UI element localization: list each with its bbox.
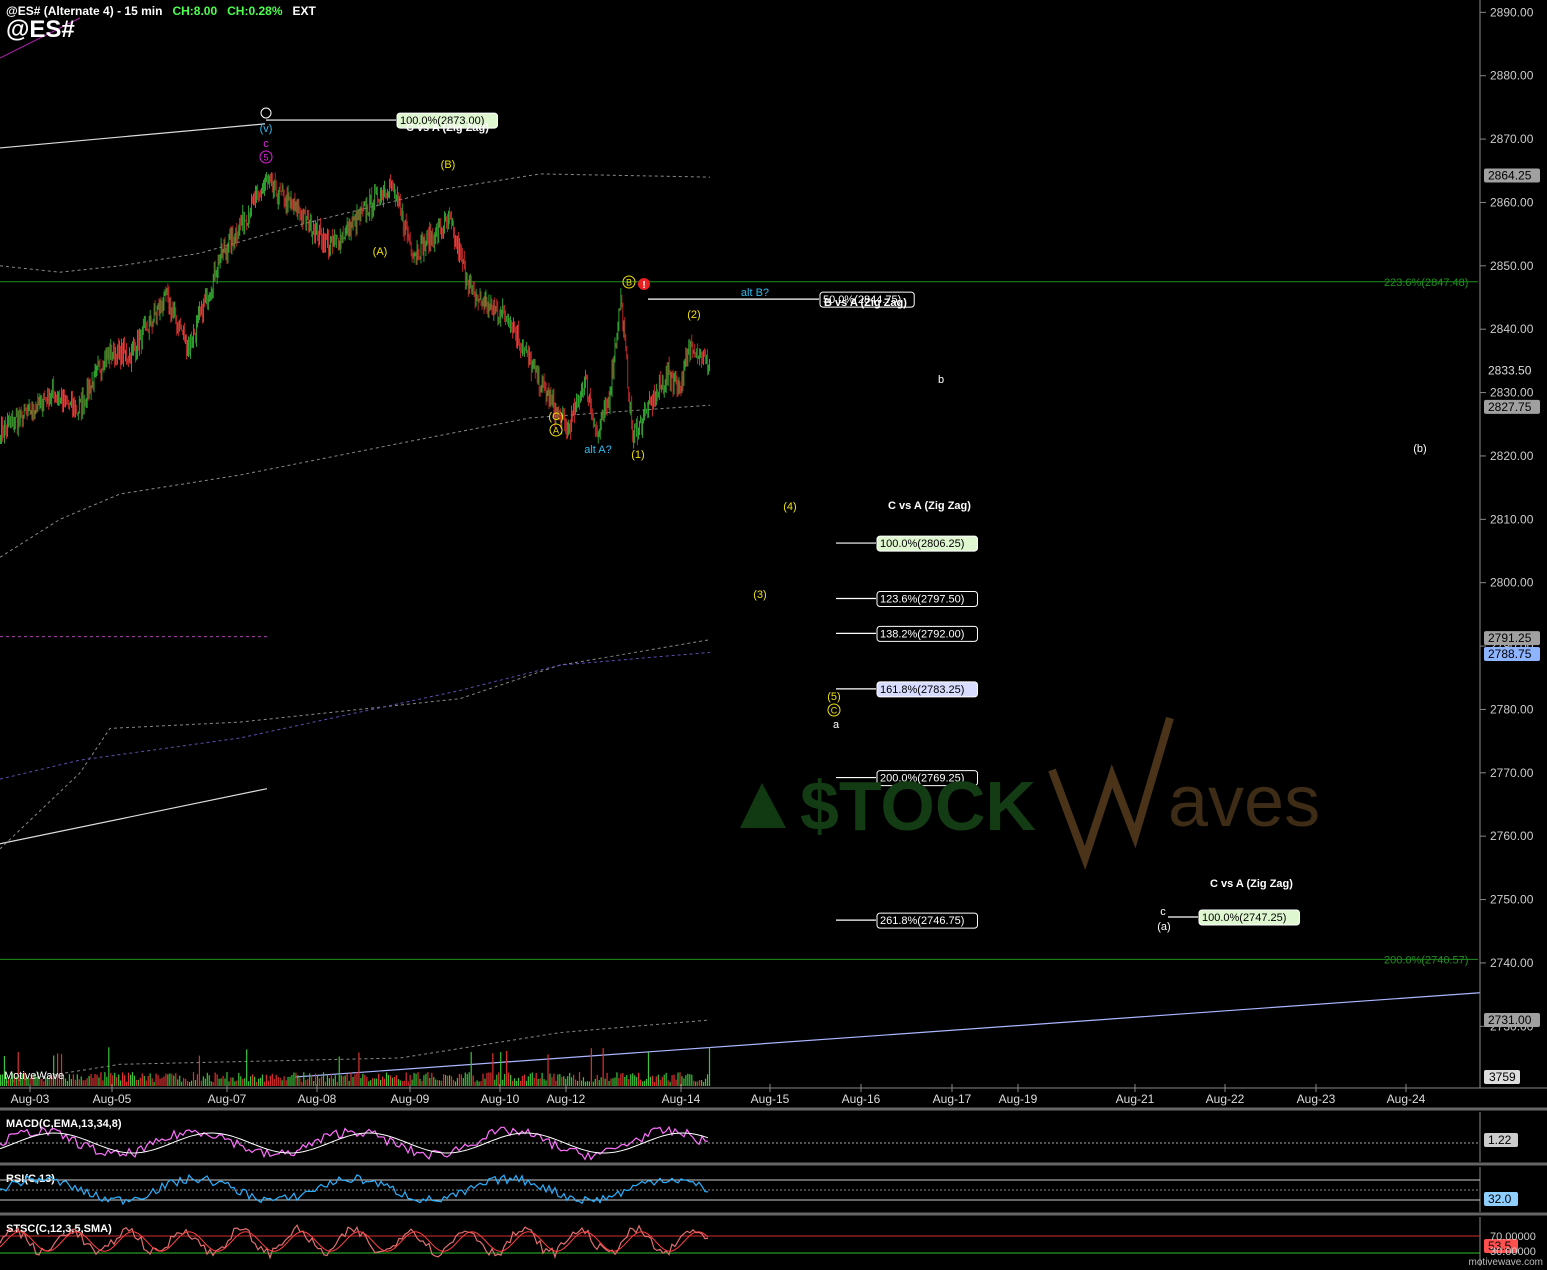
price-tick-label: 2820.00 bbox=[1490, 449, 1534, 463]
indicator-value-label: 32.0 bbox=[1488, 1192, 1512, 1206]
time-tick-label: Aug-05 bbox=[93, 1092, 132, 1106]
moving-average-line bbox=[0, 404, 711, 558]
price-marker-label: 2827.75 bbox=[1488, 400, 1532, 414]
wave-label: (2) bbox=[687, 309, 700, 321]
fib-box-label: 138.2%(2792.00) bbox=[880, 628, 964, 640]
footer-credit: motivewave.com bbox=[1468, 1257, 1543, 1268]
wave-label: (5) bbox=[827, 691, 840, 703]
indicator-value-label: 1.22 bbox=[1488, 1133, 1512, 1147]
price-marker-label: 2788.75 bbox=[1488, 647, 1532, 661]
price-tick-label: 2810.00 bbox=[1490, 512, 1534, 526]
wave-label: b bbox=[938, 374, 944, 386]
price-tick-label: 2870.00 bbox=[1490, 132, 1534, 146]
wave-label: alt A? bbox=[584, 444, 612, 456]
fib-level-label: 200.0%(2740.57) bbox=[1384, 954, 1468, 966]
change-percent: CH:0.28% bbox=[227, 4, 283, 18]
price-tick-label: 2770.00 bbox=[1490, 766, 1534, 780]
wave-label: (a) bbox=[1157, 921, 1170, 933]
time-tick-label: Aug-07 bbox=[208, 1092, 247, 1106]
price-tick-label: 2800.00 bbox=[1490, 576, 1534, 590]
price-tick-label: 2840.00 bbox=[1490, 322, 1534, 336]
wave-label: alt B? bbox=[741, 287, 769, 299]
moving-average-line bbox=[0, 651, 711, 780]
price-tick-label: 2860.00 bbox=[1490, 195, 1534, 209]
time-tick-label: Aug-24 bbox=[1387, 1092, 1426, 1106]
price-marker-label: 2791.25 bbox=[1488, 631, 1532, 645]
time-tick-label: Aug-03 bbox=[11, 1092, 50, 1106]
wave-label: (3) bbox=[753, 589, 766, 601]
wave-label: (b) bbox=[1413, 443, 1426, 455]
price-tick-label: 2890.00 bbox=[1490, 5, 1534, 19]
fib-level-label: 223.6%(2847.48) bbox=[1384, 277, 1468, 289]
time-tick-label: Aug-23 bbox=[1297, 1092, 1336, 1106]
trend-line-lower bbox=[0, 788, 268, 845]
wave-label: 5 bbox=[263, 153, 268, 163]
wave-label: (4) bbox=[783, 501, 796, 513]
price-tick-label: 2880.00 bbox=[1490, 69, 1534, 83]
watermark-triangle-icon bbox=[740, 783, 786, 828]
watermark-text-right: aves bbox=[1168, 762, 1320, 842]
price-tick-label: 2760.00 bbox=[1490, 829, 1534, 843]
symbol-label: @ES# bbox=[6, 16, 75, 43]
trend-line-channel bbox=[294, 992, 1481, 1078]
time-tick-label: Aug-16 bbox=[842, 1092, 881, 1106]
price-tick-label: 2780.00 bbox=[1490, 702, 1534, 716]
price-tick-label: 2750.00 bbox=[1490, 893, 1534, 907]
platform-label: MotiveWave bbox=[4, 1070, 65, 1082]
fib-title: C vs A (Zig Zag) bbox=[888, 500, 971, 512]
time-tick-label: Aug-21 bbox=[1116, 1092, 1155, 1106]
fib-box-label: 100.0%(2747.25) bbox=[1202, 912, 1286, 924]
stoch-upper-label: 70.00000 bbox=[1490, 1231, 1536, 1243]
time-tick-label: Aug-08 bbox=[298, 1092, 337, 1106]
trend-line-upper bbox=[0, 123, 266, 149]
fib-box-label: 161.8%(2783.25) bbox=[880, 684, 964, 696]
chart-canvas[interactable]: 223.6%(2847.48) 200.0%(2740.57) 3759 100.… bbox=[0, 0, 1547, 1270]
price-marker-label: 2833.50 bbox=[1488, 363, 1532, 377]
wave-label: (B) bbox=[441, 159, 456, 171]
session-label: EXT bbox=[292, 4, 316, 18]
time-tick-label: Aug-15 bbox=[751, 1092, 790, 1106]
price-tick-label: 2740.00 bbox=[1490, 956, 1534, 970]
wave-label: a bbox=[833, 719, 840, 731]
fib-title: C vs A (Zig Zag) bbox=[1210, 878, 1293, 890]
watermark-w-logo bbox=[1048, 716, 1174, 871]
time-tick-label: Aug-12 bbox=[547, 1092, 586, 1106]
price-tick-label: 2850.00 bbox=[1490, 259, 1534, 273]
wave-label: (1) bbox=[631, 449, 644, 461]
time-tick-label: Aug-17 bbox=[933, 1092, 972, 1106]
fib-title: C vs A (Zig Zag) bbox=[406, 122, 489, 134]
anchor-marker bbox=[260, 107, 272, 119]
time-tick-label: Aug-22 bbox=[1206, 1092, 1245, 1106]
watermark-text-left: $TOCK bbox=[800, 767, 1036, 845]
time-tick-label: Aug-09 bbox=[391, 1092, 430, 1106]
time-tick-label: Aug-14 bbox=[662, 1092, 701, 1106]
wave-label: B bbox=[626, 278, 632, 288]
time-tick-label: Aug-19 bbox=[999, 1092, 1038, 1106]
time-tick-label: Aug-10 bbox=[481, 1092, 520, 1106]
indicator-name: MACD(C,EMA,13,34,8) bbox=[6, 1118, 122, 1130]
wave-label: (C) bbox=[548, 411, 563, 423]
wave-label: (v) bbox=[260, 123, 273, 135]
fib-box-label: 261.8%(2746.75) bbox=[880, 915, 964, 927]
wave-label: A bbox=[553, 426, 559, 436]
price-marker-label: 2864.25 bbox=[1488, 169, 1532, 183]
price-marker-label: 2731.00 bbox=[1488, 1013, 1532, 1027]
moving-average-line bbox=[0, 639, 711, 850]
fib-box-label: 123.6%(2797.50) bbox=[880, 594, 964, 606]
fib-title: B vs A (Zig Zag) bbox=[824, 297, 907, 309]
wave-label: c bbox=[263, 138, 269, 150]
change-points: CH:8.00 bbox=[172, 4, 218, 18]
wave-label: c bbox=[1160, 906, 1166, 918]
fib-box-label: 100.0%(2806.25) bbox=[880, 538, 964, 550]
price-tick-label: 2830.00 bbox=[1490, 386, 1534, 400]
indicator-name: STSC(C,12,3,5,SMA) bbox=[6, 1223, 112, 1235]
volume-marker-label: 3759 bbox=[1489, 1070, 1516, 1084]
alert-marker-glyph: ! bbox=[642, 280, 645, 291]
wave-label: (A) bbox=[373, 246, 388, 258]
wave-label: C bbox=[831, 706, 838, 716]
